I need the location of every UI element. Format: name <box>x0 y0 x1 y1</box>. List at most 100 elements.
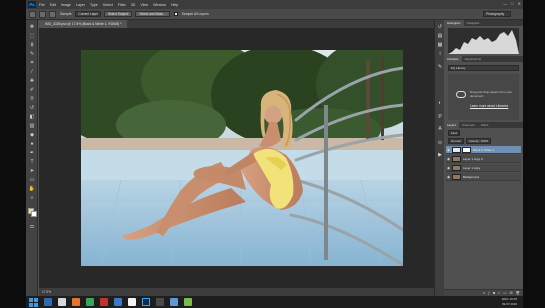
document-tab-bar: IMG_4329.psd @ 17.5% (Black & White 1, R… <box>39 20 434 28</box>
menu-window[interactable]: Window <box>153 3 166 7</box>
learn-libraries-link[interactable]: Learn more about Libraries <box>470 104 508 108</box>
document-tab[interactable]: IMG_4329.psd @ 17.5% (Black & White 1, R… <box>39 20 128 28</box>
layer-kind-select[interactable]: Kind <box>448 130 461 136</box>
history-panel-icon[interactable]: ↺ <box>437 24 443 30</box>
brush-panel-icon[interactable]: ✎ <box>437 64 443 70</box>
adjustments-panel-icon[interactable]: ◐ <box>437 100 443 106</box>
shape-tool-icon[interactable]: ▭ <box>28 177 36 184</box>
system-tray[interactable]: ENG 10:45 09.07.2016 <box>502 297 517 306</box>
photo-canvas[interactable] <box>81 50 403 266</box>
start-button[interactable] <box>29 297 38 307</box>
hand-tool-icon[interactable]: ✋ <box>28 186 36 193</box>
info-panel-icon[interactable]: i <box>437 51 443 57</box>
close-button[interactable]: ✕ <box>518 1 521 6</box>
workspace-select[interactable]: Photography <box>483 11 511 17</box>
sample-all-layers-checkbox[interactable] <box>173 12 178 16</box>
canvas-area[interactable] <box>39 28 434 296</box>
timeline-panel-icon[interactable]: ⊙ <box>437 140 443 146</box>
toolbox: ✥ ⬚ ϕ ✎ ⌗ ⁄ ✚ ✐ ⚲ ↺ ◧ ▥ ◆ ● ✒ T ➤ ▭ ✋ ⌕ … <box>26 20 38 296</box>
add-to-selection-icon[interactable] <box>49 10 56 18</box>
new-selection-icon[interactable] <box>39 10 46 18</box>
character-panel-icon[interactable]: A <box>437 126 443 132</box>
move-tool-icon[interactable]: ✥ <box>28 24 36 31</box>
quick-select-tool-icon[interactable]: ✎ <box>28 51 36 58</box>
layers-footer: ∞ ƒ ◙ ◐ ▭ ⊞ 🗑 <box>444 289 523 296</box>
sample-select[interactable]: Current Layer <box>75 11 101 17</box>
menu-image[interactable]: Image <box>61 3 71 7</box>
tab-adjustments[interactable]: Adjustments <box>462 56 485 62</box>
minimize-button[interactable]: — <box>503 1 507 6</box>
lasso-tool-icon[interactable]: ϕ <box>28 42 36 49</box>
eraser-tool-icon[interactable]: ◧ <box>28 114 36 121</box>
language-indicator[interactable]: ENG <box>502 297 509 301</box>
layer-name: Layer 1 copy 2 <box>463 156 483 161</box>
visibility-eye-icon[interactable]: ◉ <box>446 148 451 152</box>
word-icon[interactable] <box>114 298 122 306</box>
visibility-eye-icon[interactable]: ◉ <box>446 175 451 179</box>
history-brush-icon[interactable]: ↺ <box>28 105 36 112</box>
zoom-tool-icon[interactable]: ⌕ <box>28 195 36 202</box>
eyedropper-tool-icon[interactable]: ⁄ <box>28 69 36 76</box>
menu-layer[interactable]: Layer <box>76 3 85 7</box>
menu-file[interactable]: File <box>39 3 45 7</box>
tab-layers[interactable]: Layers <box>444 122 460 128</box>
gradient-tool-icon[interactable]: ▥ <box>28 123 36 130</box>
quick-selection-tool-icon[interactable] <box>29 10 36 18</box>
tab-navigator[interactable]: Navigator <box>464 20 483 26</box>
select-and-mask-button[interactable]: Select and Mask... <box>135 11 170 17</box>
layer-thumbnail <box>452 173 461 180</box>
menu-view[interactable]: View <box>140 3 148 7</box>
menu-select[interactable]: Select <box>103 3 113 7</box>
tab-libraries[interactable]: Libraries <box>444 56 462 62</box>
tab-paths[interactable]: Paths <box>478 122 492 128</box>
layer-row[interactable]: ◉ Layer 1 copy <box>446 164 521 172</box>
menu-help[interactable]: Help <box>171 3 178 7</box>
layer-row[interactable]: ◉ Black & White 1 <box>446 146 521 154</box>
blend-mode-select[interactable]: Normal <box>448 138 464 144</box>
photoshop-taskbar-icon[interactable] <box>142 298 150 306</box>
paragraph-panel-icon[interactable]: P <box>437 114 443 120</box>
tab-channels[interactable]: Channels <box>459 122 478 128</box>
opacity-field[interactable]: Opacity: 100% <box>465 138 492 144</box>
layer-mask-thumbnail[interactable] <box>462 146 471 153</box>
background-color-swatch[interactable] <box>31 211 37 217</box>
firefox-icon[interactable] <box>72 298 80 306</box>
zoom-level[interactable]: 17.5% <box>42 290 51 294</box>
crop-tool-icon[interactable]: ⌗ <box>28 60 36 67</box>
type-tool-icon[interactable]: T <box>28 159 36 166</box>
library-select[interactable]: My Library <box>448 65 519 71</box>
opera-icon[interactable] <box>100 298 108 306</box>
layer-row[interactable]: ◉ Background <box>446 173 521 181</box>
swatches-panel-icon[interactable]: ▦ <box>437 42 443 48</box>
chrome-icon[interactable] <box>86 298 94 306</box>
notepad-icon[interactable] <box>128 298 136 306</box>
select-subject-button[interactable]: Select Subject <box>103 11 133 17</box>
pen-tool-icon[interactable]: ✒ <box>28 150 36 157</box>
clock-time: 10:45 <box>509 297 517 301</box>
libraries-hint: Drag and drop assets from your document <box>470 90 513 98</box>
dodge-tool-icon[interactable]: ● <box>28 141 36 148</box>
marquee-tool-icon[interactable]: ⬚ <box>28 33 36 40</box>
task-view-icon[interactable] <box>44 298 52 306</box>
blur-tool-icon[interactable]: ◆ <box>28 132 36 139</box>
app-icon[interactable] <box>170 298 178 306</box>
file-explorer-icon[interactable] <box>58 298 66 306</box>
layer-row[interactable]: ◉ Layer 1 copy 2 <box>446 155 521 163</box>
brush-tool-icon[interactable]: ✐ <box>28 87 36 94</box>
properties-panel-icon[interactable]: ▤ <box>437 33 443 39</box>
actions-panel-icon[interactable]: ▶ <box>437 152 443 158</box>
tab-histogram[interactable]: Histogram <box>444 20 464 26</box>
app-icon[interactable] <box>184 298 192 306</box>
quick-mask-icon[interactable]: ◘ <box>28 224 36 231</box>
app-icon[interactable] <box>156 298 164 306</box>
clone-stamp-icon[interactable]: ⚲ <box>28 96 36 103</box>
visibility-eye-icon[interactable]: ◉ <box>446 157 451 161</box>
menu-type[interactable]: Type <box>90 3 98 7</box>
menu-edit[interactable]: Edit <box>50 3 56 7</box>
visibility-eye-icon[interactable]: ◉ <box>446 166 451 170</box>
path-select-icon[interactable]: ➤ <box>28 168 36 175</box>
menu-3d[interactable]: 3D <box>131 3 136 7</box>
healing-brush-icon[interactable]: ✚ <box>28 78 36 85</box>
maximize-button[interactable]: □ <box>511 1 513 6</box>
menu-filter[interactable]: Filter <box>118 3 126 7</box>
